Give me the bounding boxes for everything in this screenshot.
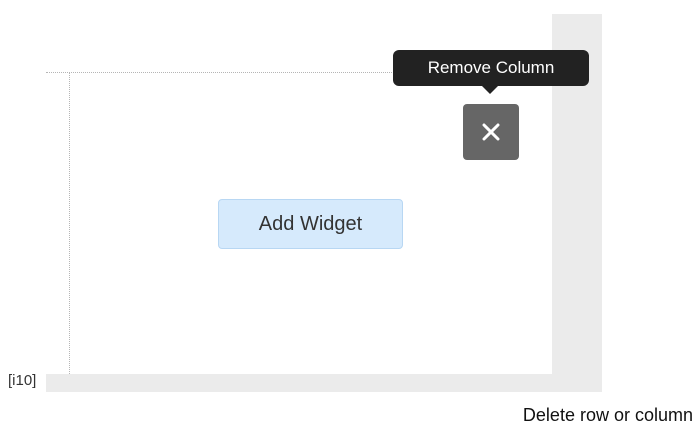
screenshot-stage: Add Widget Remove Column [i10] Delete ro… <box>0 0 695 432</box>
row-gutter <box>46 374 602 392</box>
tooltip-arrow <box>482 86 498 94</box>
figure-caption: Delete row or column <box>522 405 693 425</box>
column-left-border <box>69 73 70 374</box>
add-widget-button[interactable]: Add Widget <box>218 199 403 249</box>
reference-label: [i10] <box>8 372 37 389</box>
remove-column-button[interactable] <box>463 104 519 160</box>
remove-column-tooltip: Remove Column <box>393 50 589 86</box>
close-icon <box>482 123 500 141</box>
